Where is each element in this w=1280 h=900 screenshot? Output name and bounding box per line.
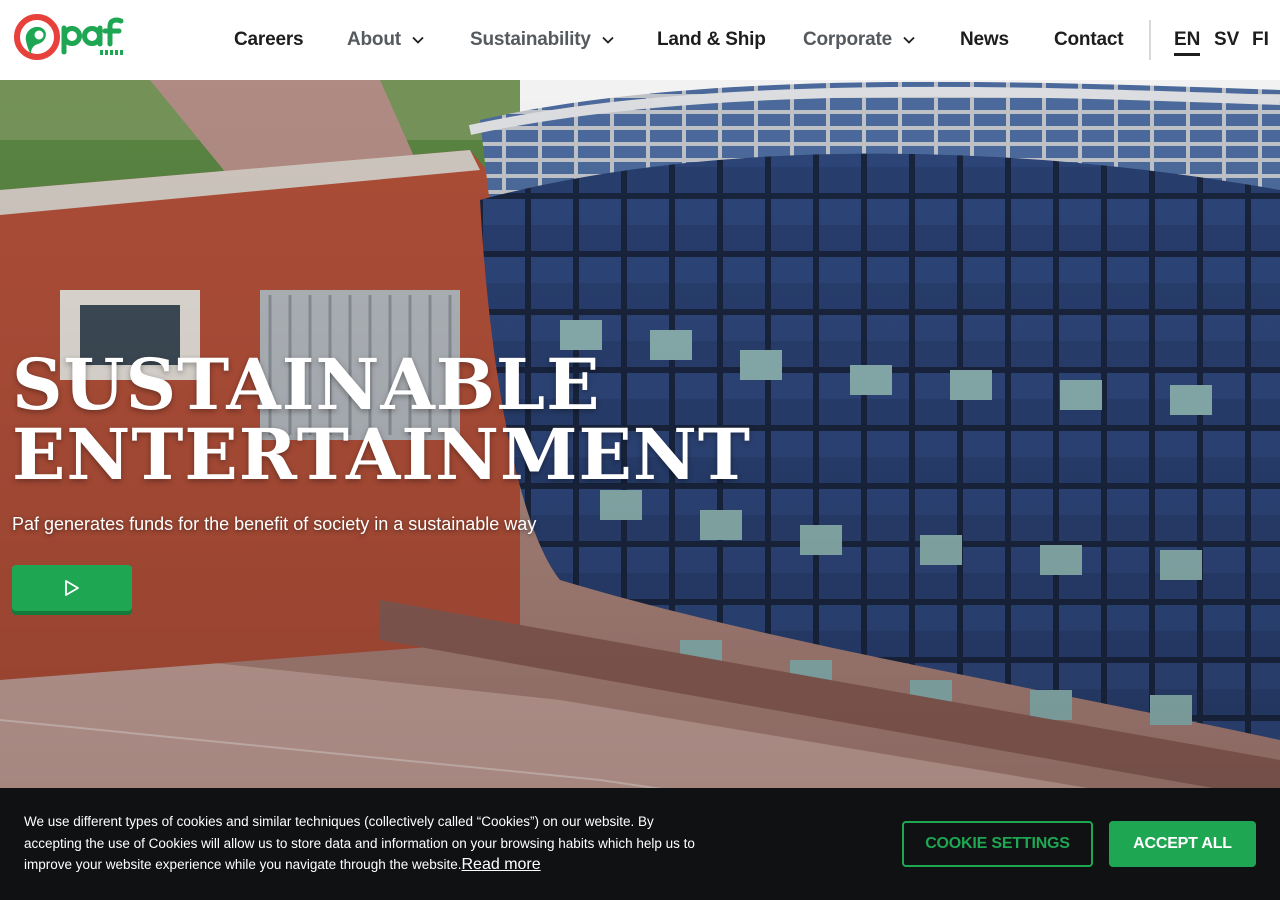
nav-item-corporate[interactable]: Corporate [803,26,916,54]
nav-label-land-ship: Land & Ship [657,29,766,50]
play-video-button[interactable] [12,565,132,611]
nav-label-corporate: Corporate [803,29,892,50]
language-sv[interactable]: SV [1214,26,1239,54]
nav-label-news: News [960,29,1009,50]
nav-item-land-ship[interactable]: Land & Ship [657,26,766,54]
hero-title-line-1: SUSTAINABLE [12,343,601,426]
cookie-message: We use different types of cookies and si… [24,814,695,872]
main-nav: Careers About Sustainability Land & Ship… [210,0,1280,80]
site-header: Careers About Sustainability Land & Ship… [0,0,1280,80]
nav-label-sustainability: Sustainability [470,29,591,50]
play-icon [65,580,79,596]
hero-title: SUSTAINABLE ENTERTAINMENT [12,350,751,490]
hero-subtitle: Paf generates funds for the benefit of s… [12,514,537,534]
nav-divider [1149,20,1151,60]
hero-title-line-2: ENTERTAINMENT [12,413,751,496]
accept-all-button[interactable]: ACCEPT ALL [1109,821,1256,867]
paf-logo[interactable] [12,14,126,60]
nav-item-news[interactable]: News [960,26,1009,54]
cookie-text: We use different types of cookies and si… [24,811,714,876]
nav-label-careers: Careers [234,29,304,50]
nav-item-contact[interactable]: Contact [1054,26,1124,54]
nav-item-careers[interactable]: Careers [234,26,304,54]
nav-item-sustainability[interactable]: Sustainability [470,26,615,54]
cookie-settings-button[interactable]: COOKIE SETTINGS [902,821,1093,867]
chevron-down-icon [903,36,915,44]
chevron-down-icon [412,36,424,44]
hero-section: SUSTAINABLE ENTERTAINMENT Paf generates … [0,80,1280,900]
nav-label-contact: Contact [1054,29,1124,50]
nav-label-about: About [347,29,401,50]
nav-item-about[interactable]: About [347,26,425,54]
chevron-down-icon [602,36,614,44]
language-fi[interactable]: FI [1252,26,1269,54]
cookie-banner: We use different types of cookies and si… [0,788,1280,900]
language-en[interactable]: EN [1174,26,1201,56]
cookie-read-more-link[interactable]: Read more [462,856,541,873]
